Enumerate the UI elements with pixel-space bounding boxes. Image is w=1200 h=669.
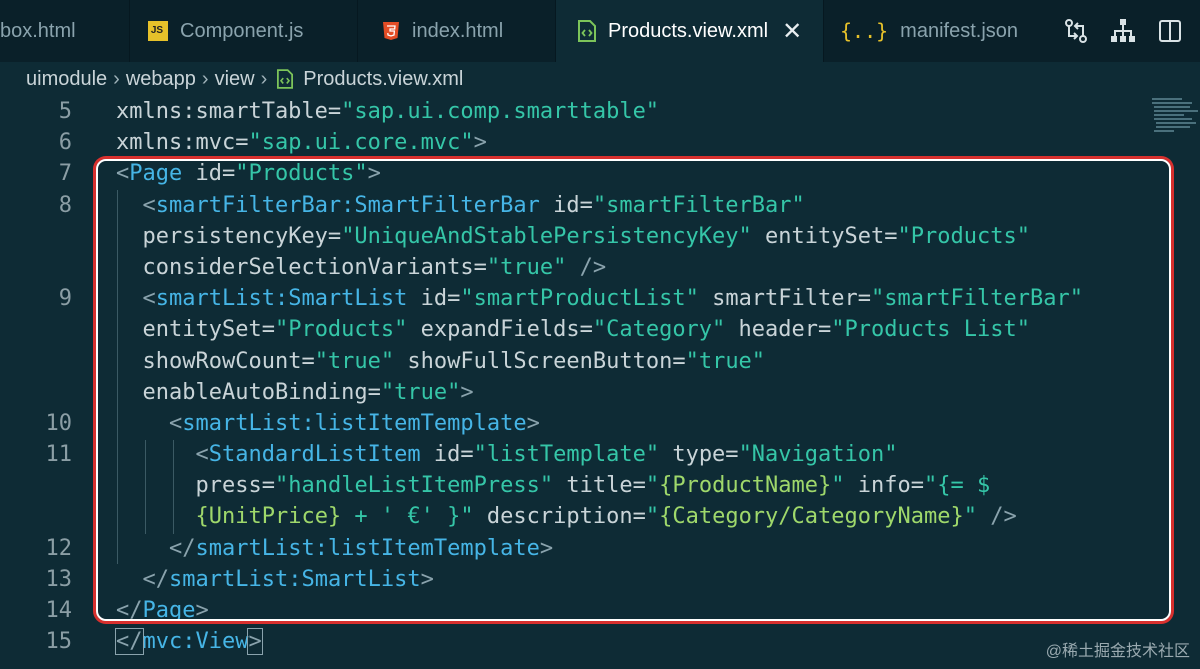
line-number: [0, 346, 92, 377]
line-number: [0, 470, 92, 501]
html5-icon: [382, 21, 400, 41]
tab-label: index.html: [412, 19, 504, 42]
tab-label: Component.js: [180, 19, 304, 42]
line-number: 12: [45, 535, 73, 561]
tab-component-js[interactable]: JS Component.js: [130, 0, 358, 62]
code-line: </mvc:View>: [115, 628, 263, 656]
split-editor-icon[interactable]: [1158, 19, 1182, 43]
chevron-right-icon: ›: [260, 67, 268, 90]
tab-index-html[interactable]: index.html: [358, 0, 556, 62]
hierarchy-icon[interactable]: [1110, 18, 1136, 44]
watermark: @稀土掘金技术社区: [1045, 643, 1190, 660]
breadcrumb: uimodule › webapp › view › Products.view…: [0, 62, 1200, 96]
line-number: [0, 377, 92, 408]
close-icon[interactable]: ✕: [782, 17, 802, 46]
tab-products-view-xml[interactable]: Products.view.xml ✕: [556, 0, 824, 62]
xml-file-icon: [578, 20, 596, 42]
minimap[interactable]: [1150, 96, 1200, 136]
breadcrumb-item[interactable]: view: [215, 68, 255, 91]
js-file-icon: JS: [148, 21, 168, 41]
line-number: 13: [45, 566, 73, 592]
xml-file-icon: [277, 69, 294, 89]
json-braces-icon: {..}: [840, 19, 889, 43]
tab-label: box.html: [0, 19, 76, 42]
editor-tab-bar: box.html JS Component.js index.html Prod…: [0, 0, 1200, 62]
breadcrumb-item[interactable]: webapp: [126, 68, 196, 91]
highlight-box: [96, 159, 1171, 621]
line-number: 15: [45, 629, 73, 655]
code-line: xmlns:smartTable="sap.ui.comp.smarttable…: [116, 99, 660, 124]
line-number: 11: [45, 442, 73, 468]
editor-actions: [1064, 0, 1200, 62]
line-number: 8: [58, 192, 72, 218]
tab-label: Products.view.xml: [608, 19, 769, 42]
line-number: 9: [58, 286, 72, 312]
line-number: 14: [45, 598, 73, 623]
tab-box-html[interactable]: box.html: [0, 0, 130, 62]
line-number: 5: [58, 99, 72, 124]
line-number: 10: [45, 410, 73, 436]
tab-manifest-json[interactable]: {..} manifest.json: [824, 0, 1018, 62]
tab-label: manifest.json: [900, 19, 1019, 42]
breadcrumb-item[interactable]: uimodule: [26, 68, 107, 91]
chevron-right-icon: ›: [201, 67, 209, 90]
code-line: xmlns:mvc="sap.ui.core.mvc">: [116, 130, 487, 156]
chevron-right-icon: ›: [113, 67, 120, 90]
line-number: [0, 252, 92, 283]
line-number: 7: [58, 161, 72, 187]
line-number: [0, 501, 92, 532]
breadcrumb-file[interactable]: Products.view.xml: [303, 68, 463, 91]
compare-changes-icon[interactable]: [1064, 18, 1088, 44]
line-number: [0, 221, 92, 252]
line-number: [0, 314, 92, 345]
line-number-gutter: 5 6 7 8 9 10 11 12 13 14 15: [0, 96, 92, 657]
line-number: 6: [58, 130, 72, 156]
